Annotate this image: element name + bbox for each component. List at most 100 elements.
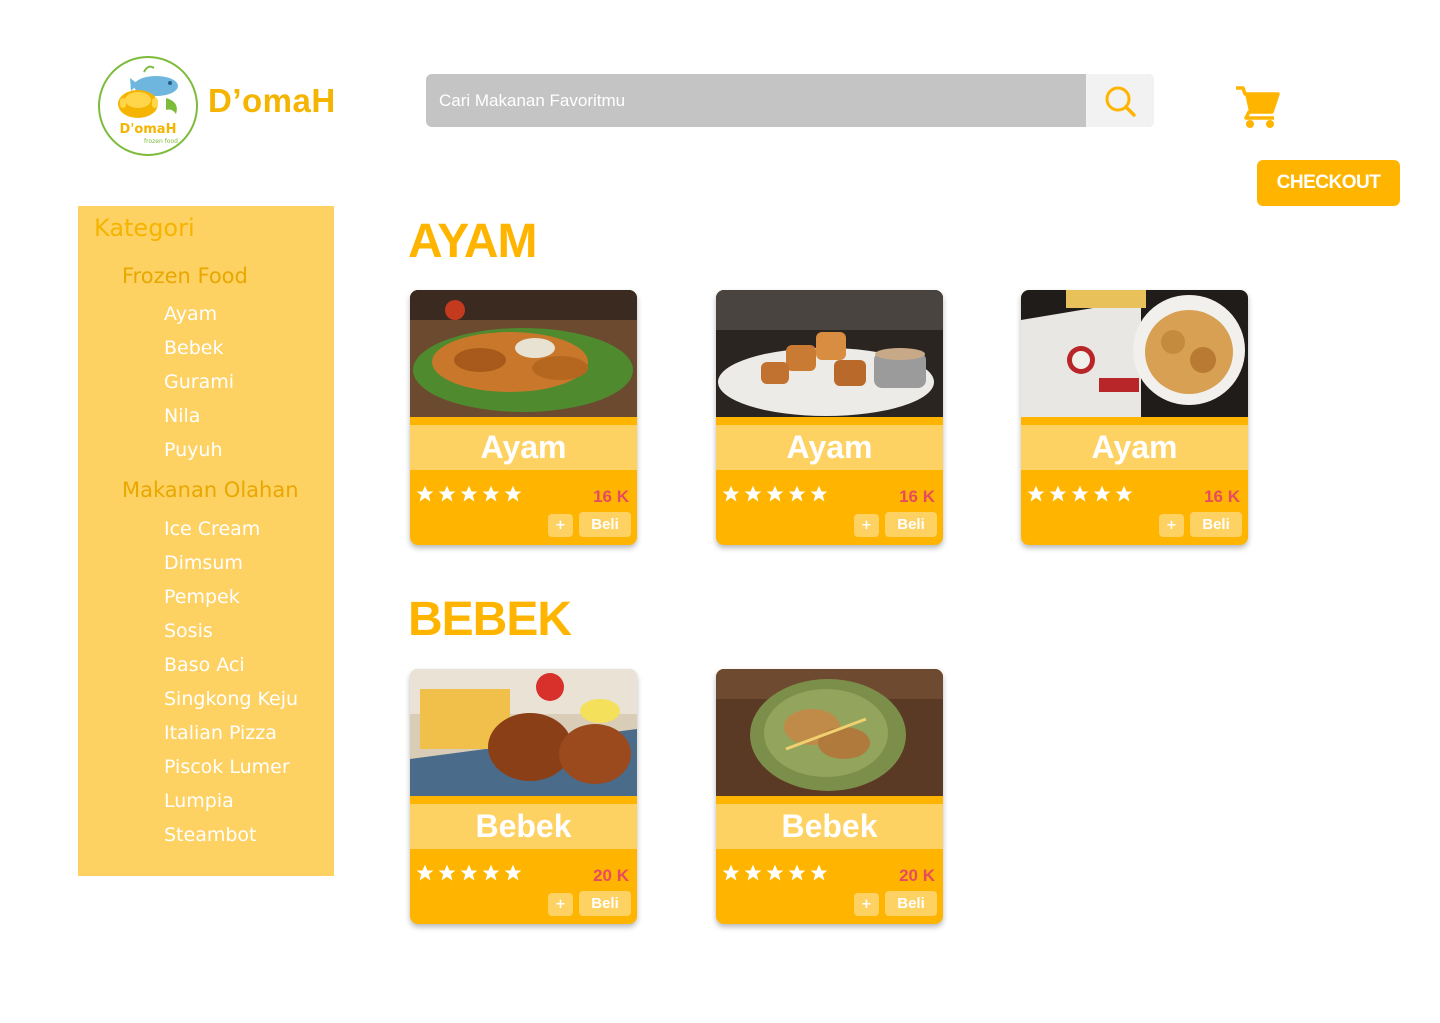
sidebar-title: Kategori — [94, 214, 195, 242]
product-card[interactable]: Ayam 16 K + Beli — [1021, 290, 1248, 545]
sidebar-item-nila[interactable]: Nila — [164, 405, 200, 427]
card-title-bar: Bebek — [716, 804, 943, 849]
sidebar-item-ice-cream[interactable]: Ice Cream — [164, 518, 260, 540]
section-title-ayam: AYAM — [408, 215, 538, 268]
buy-button[interactable]: Beli — [1190, 512, 1242, 537]
sidebar-item-sosis[interactable]: Sosis — [164, 620, 213, 642]
star-icon — [788, 485, 806, 502]
sidebar-item-ayam[interactable]: Ayam — [164, 303, 217, 325]
star-icon — [744, 864, 762, 881]
star-icon — [788, 864, 806, 881]
add-quantity-button[interactable]: + — [854, 893, 879, 916]
logo-subtext: frozen food — [144, 138, 178, 145]
buy-button[interactable]: Beli — [885, 512, 937, 537]
card-divider — [410, 796, 637, 804]
sidebar-item-singkong-keju[interactable]: Singkong Keju — [164, 688, 298, 710]
product-card[interactable]: Ayam 16 K + Beli — [410, 290, 637, 545]
card-divider — [1021, 417, 1248, 425]
sidebar-item-steambot[interactable]: Steambot — [164, 824, 257, 846]
product-image — [410, 290, 637, 417]
buy-button[interactable]: Beli — [579, 891, 631, 916]
product-price: 16 K — [899, 487, 935, 506]
product-price: 20 K — [899, 866, 935, 885]
star-icon — [504, 485, 522, 502]
cart-icon — [1236, 86, 1280, 128]
section-title-bebek: BEBEK — [408, 593, 572, 646]
logo[interactable]: D'omaH frozen food — [98, 56, 198, 156]
buy-button[interactable]: Beli — [885, 891, 937, 916]
card-title-bar: Bebek — [410, 804, 637, 849]
card-title-bar: Ayam — [716, 425, 943, 470]
product-name: Ayam — [480, 429, 567, 465]
star-icon — [810, 485, 828, 502]
product-card[interactable]: Bebek 20 K + Beli — [410, 669, 637, 924]
sidebar-item-gurami[interactable]: Gurami — [164, 371, 234, 393]
star-icon — [810, 864, 828, 881]
sidebar-item-bebek[interactable]: Bebek — [164, 337, 223, 359]
sidebar-item-italian-pizza[interactable]: Italian Pizza — [164, 722, 277, 744]
sidebar-item-puyuh[interactable]: Puyuh — [164, 439, 223, 461]
star-icon — [1115, 485, 1133, 502]
sidebar-item-dimsum[interactable]: Dimsum — [164, 552, 243, 574]
star-icon — [766, 864, 784, 881]
cart-button[interactable] — [1234, 84, 1280, 130]
star-icon — [1093, 485, 1111, 502]
star-icon — [438, 864, 456, 881]
rating-stars — [415, 484, 523, 504]
product-name: Ayam — [1091, 429, 1178, 465]
buy-button[interactable]: Beli — [579, 512, 631, 537]
product-name: Bebek — [475, 808, 572, 844]
rating-stars — [1026, 484, 1134, 504]
star-icon — [1049, 485, 1067, 502]
product-price: 16 K — [1204, 487, 1240, 506]
star-icon — [766, 485, 784, 502]
product-image — [716, 290, 943, 417]
star-icon — [416, 864, 434, 881]
add-quantity-button[interactable]: + — [854, 514, 879, 537]
star-icon — [416, 485, 434, 502]
sidebar-item-lumpia[interactable]: Lumpia — [164, 790, 234, 812]
product-price: 20 K — [593, 866, 629, 885]
star-icon — [1027, 485, 1045, 502]
rating-stars — [721, 863, 829, 883]
rating-stars — [721, 484, 829, 504]
product-price: 16 K — [593, 487, 629, 506]
star-icon — [482, 864, 500, 881]
checkout-button[interactable]: CHECKOUT — [1257, 160, 1400, 206]
search-button[interactable] — [1086, 74, 1154, 127]
star-icon — [482, 485, 500, 502]
card-title-bar: Ayam — [410, 425, 637, 470]
logo-badge: D'omaH frozen food — [98, 56, 198, 156]
product-card[interactable]: Ayam 16 K + Beli — [716, 290, 943, 545]
star-icon — [722, 485, 740, 502]
star-icon — [460, 485, 478, 502]
category-group-makanan-olahan[interactable]: Makanan Olahan — [122, 478, 299, 502]
card-title-bar: Ayam — [1021, 425, 1248, 470]
category-sidebar: Kategori Frozen Food Ayam Bebek Gurami N… — [78, 206, 334, 876]
product-card[interactable]: Bebek 20 K + Beli — [716, 669, 943, 924]
product-image — [1021, 290, 1248, 417]
product-image — [410, 669, 637, 796]
product-name: Bebek — [781, 808, 878, 844]
search-input[interactable] — [426, 74, 1086, 127]
card-divider — [410, 417, 637, 425]
star-icon — [438, 485, 456, 502]
search-bar — [426, 74, 1154, 127]
card-divider — [716, 796, 943, 804]
card-divider — [716, 417, 943, 425]
star-icon — [460, 864, 478, 881]
sidebar-item-baso-aci[interactable]: Baso Aci — [164, 654, 245, 676]
star-icon — [744, 485, 762, 502]
add-quantity-button[interactable]: + — [548, 514, 573, 537]
search-icon — [1105, 86, 1136, 117]
product-image — [716, 669, 943, 796]
add-quantity-button[interactable]: + — [1159, 514, 1184, 537]
rating-stars — [415, 863, 523, 883]
sidebar-item-pempek[interactable]: Pempek — [164, 586, 240, 608]
product-name: Ayam — [786, 429, 873, 465]
sidebar-item-piscok-lumer[interactable]: Piscok Lumer — [164, 756, 290, 778]
add-quantity-button[interactable]: + — [548, 893, 573, 916]
category-group-frozen-food[interactable]: Frozen Food — [122, 264, 248, 288]
logo-text: D'omaH — [119, 122, 177, 137]
star-icon — [504, 864, 522, 881]
